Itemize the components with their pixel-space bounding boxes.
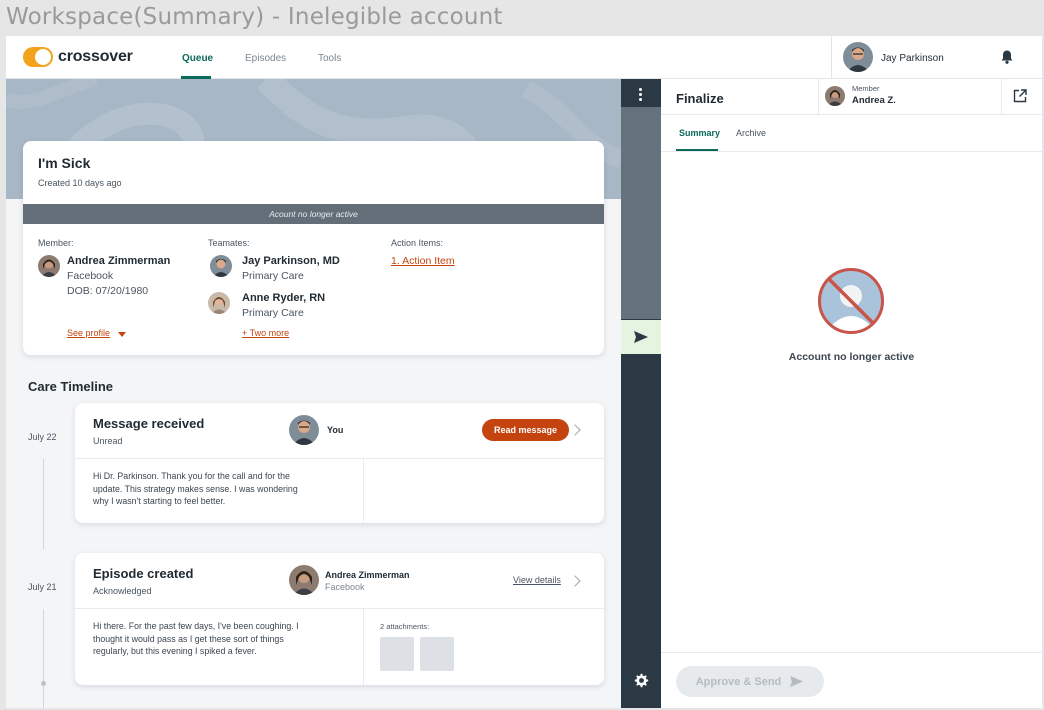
tab-tools[interactable]: Tools — [318, 53, 341, 64]
read-message-button[interactable]: Read message — [482, 419, 569, 441]
avatar — [825, 86, 845, 106]
message-preview: Hi there. For the past few days, I've be… — [93, 621, 299, 656]
teammate-role: Primary Care — [242, 270, 304, 282]
active-tab-indicator — [676, 149, 718, 151]
open-external-icon[interactable] — [1013, 89, 1027, 103]
member-label: Member — [852, 84, 880, 93]
rail-divider-area — [621, 107, 661, 319]
divider — [363, 459, 364, 523]
care-timeline-title: Care Timeline — [28, 379, 114, 394]
gear-icon[interactable] — [633, 673, 649, 689]
more-teammates-link[interactable]: + Two more — [242, 328, 289, 338]
divider — [75, 458, 604, 459]
avatar — [208, 292, 230, 314]
timeline-event-message[interactable]: Message received Unread You Read message… — [75, 403, 604, 523]
chevron-right-icon[interactable] — [569, 575, 581, 587]
tab-summary[interactable]: Summary — [679, 128, 720, 138]
timeline-connector — [43, 459, 44, 549]
workspace-panel: I'm Sick Created 10 days ago Acount no l… — [6, 79, 621, 708]
window-title: Workspace(Summary) - Inelegible account — [6, 4, 503, 30]
finalize-title: Finalize — [676, 91, 724, 106]
more-vertical-icon[interactable] — [639, 88, 643, 103]
crossover-logo[interactable]: crossover — [23, 47, 133, 67]
approve-send-button[interactable]: Approve & Send — [676, 666, 824, 697]
attachment-thumbnail[interactable] — [420, 637, 454, 671]
timeline-connector — [43, 609, 44, 708]
chevron-down-icon[interactable] — [118, 332, 126, 337]
finalize-panel: Finalize Member Andrea Z. Summary Archiv… — [661, 79, 1042, 708]
avatar — [289, 415, 319, 445]
member-name: Andrea Zimmerman — [67, 255, 171, 267]
avatar — [210, 255, 232, 277]
logo-text: crossover — [58, 48, 133, 65]
message-preview: Hi Dr. Parkinson. Thank you for the call… — [93, 471, 298, 506]
event-date: July 22 — [28, 432, 57, 442]
send-icon — [790, 675, 804, 688]
event-author-org: Facebook — [325, 582, 365, 592]
approve-send-label: Approve & Send — [695, 675, 782, 688]
member-chip[interactable]: Member Andrea Z. — [818, 79, 1002, 115]
finalize-tabs: Summary Archive — [661, 115, 1042, 152]
teammate-name: Jay Parkinson, MD — [242, 255, 340, 267]
tab-queue[interactable]: Queue — [182, 53, 213, 64]
episode-title: I'm Sick — [38, 155, 91, 171]
member-dob: DOB: 07/20/1980 — [67, 285, 149, 297]
avatar — [843, 42, 873, 72]
teammate-role: Primary Care — [242, 307, 304, 319]
view-details-link[interactable]: View details — [513, 575, 561, 585]
teammates-label: Teamates: — [208, 238, 250, 248]
chevron-right-icon[interactable] — [569, 424, 581, 436]
divider — [75, 608, 604, 609]
avatar — [289, 565, 319, 595]
action-items-label: Action Items: — [391, 238, 444, 248]
tab-episodes[interactable]: Episodes — [245, 53, 286, 64]
event-date: July 21 — [28, 582, 57, 592]
inactive-banner: Acount no longer active — [23, 204, 604, 224]
send-button[interactable] — [621, 320, 661, 354]
event-author: You — [327, 425, 344, 435]
event-title: Episode created — [93, 566, 194, 581]
event-status: Acknowledged — [93, 586, 152, 596]
attachments-label: 2 attachments: — [380, 622, 430, 631]
user-menu[interactable]: Jay Parkinson — [831, 36, 1042, 79]
event-status: Unread — [93, 436, 123, 446]
account-inactive-icon — [818, 268, 884, 334]
event-title: Message received — [93, 416, 205, 431]
top-navigation: crossover Queue Episodes Tools Jay Parki… — [6, 36, 1042, 79]
divider — [363, 609, 364, 685]
see-profile-link[interactable]: See profile — [67, 328, 110, 338]
episode-created: Created 10 days ago — [38, 178, 122, 188]
tab-archive[interactable]: Archive — [736, 128, 766, 138]
member-org: Facebook — [67, 270, 114, 282]
avatar — [38, 255, 60, 277]
app-window: crossover Queue Episodes Tools Jay Parki… — [6, 36, 1042, 708]
timeline-dot — [41, 681, 46, 686]
finalize-header: Finalize Member Andrea Z. — [661, 79, 1042, 115]
action-rail — [621, 79, 661, 708]
bell-icon[interactable] — [999, 49, 1015, 65]
action-item-link[interactable]: 1. Action Item — [391, 255, 455, 267]
send-icon — [634, 331, 648, 343]
user-name: Jay Parkinson — [881, 53, 944, 64]
member-label: Member: — [38, 238, 74, 248]
logo-toggle-icon — [23, 47, 53, 67]
timeline-event-episode[interactable]: Episode created Acknowledged Andrea Zimm… — [75, 553, 604, 685]
teammate-name: Anne Ryder, RN — [242, 292, 326, 304]
member-name: Andrea Z. — [852, 95, 896, 106]
attachment-thumbnail[interactable] — [380, 637, 414, 671]
finalize-footer: Approve & Send — [661, 652, 1042, 708]
event-author: Andrea Zimmerman — [325, 570, 410, 580]
episode-card: I'm Sick Created 10 days ago Acount no l… — [23, 141, 604, 355]
empty-state-text: Account no longer active — [788, 351, 915, 363]
